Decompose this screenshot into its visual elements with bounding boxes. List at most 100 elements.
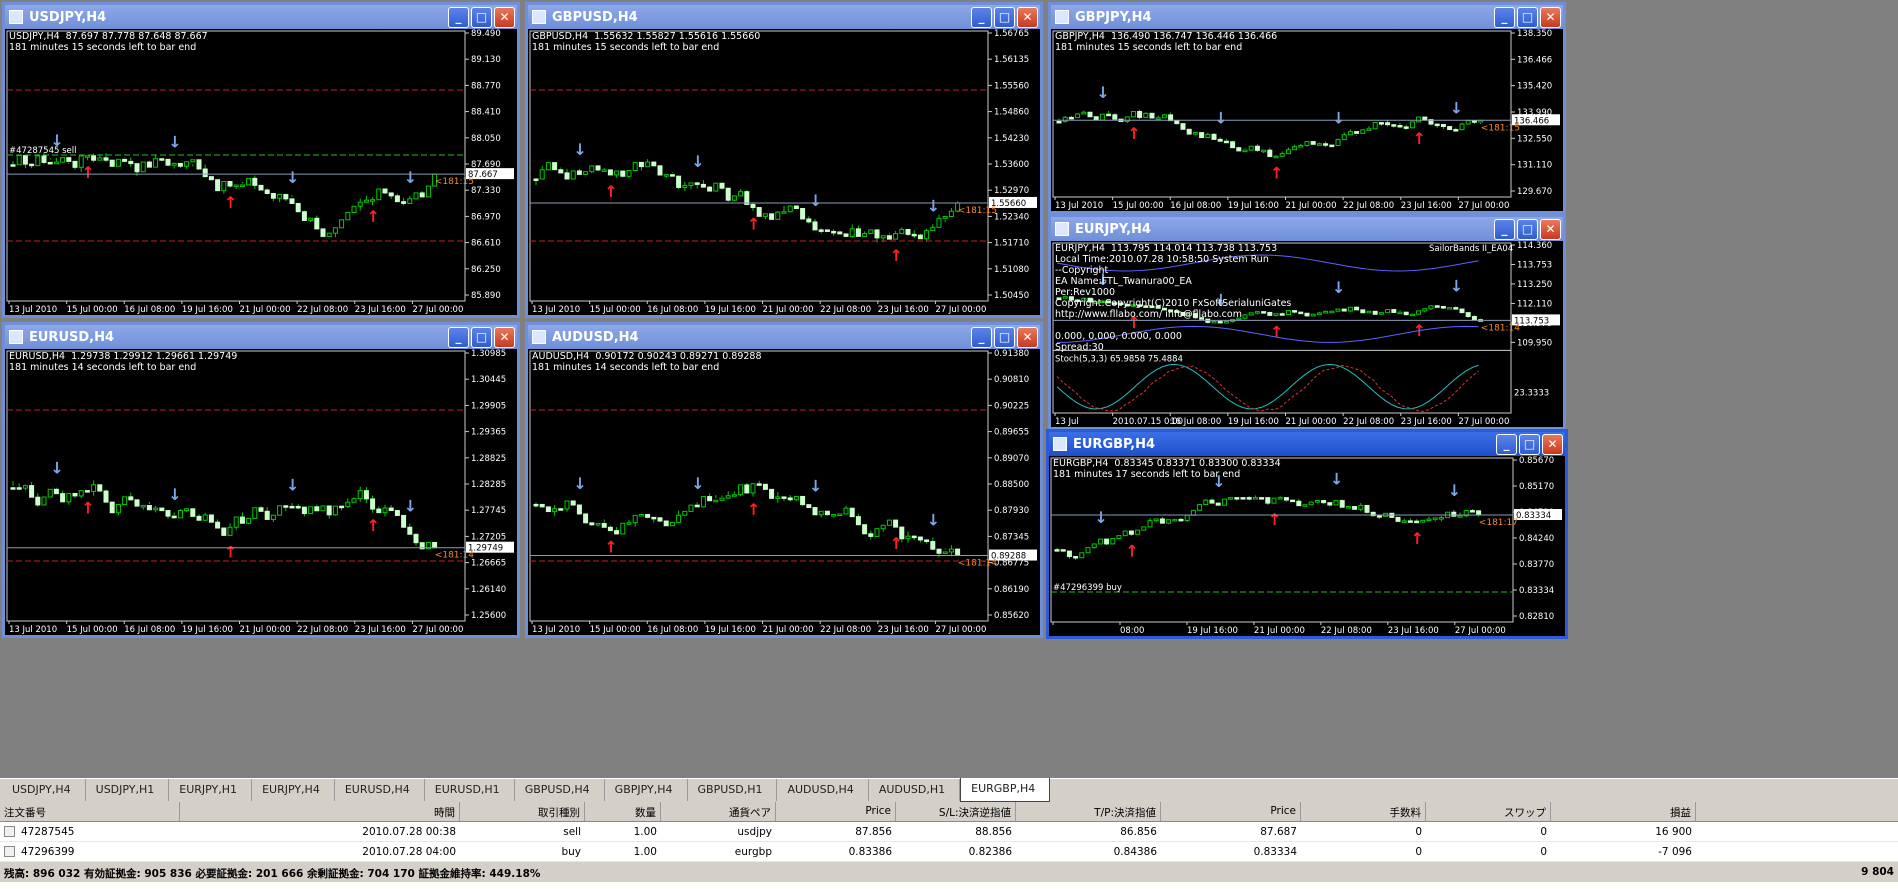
chart-tab[interactable]: EURJPY,H4 [252,779,335,801]
minimize-button[interactable]: _ [1496,433,1517,455]
title-bar[interactable]: GBPJPY,H4 _ □ ✕ [1051,5,1563,29]
candle [84,155,90,158]
maximize-button[interactable]: □ [1517,218,1538,240]
column-header[interactable]: 手数料 [1301,802,1426,821]
close-button[interactable]: ✕ [1017,6,1038,28]
candle [1283,497,1289,501]
chart-tab[interactable]: USDJPY,H1 [86,779,170,801]
chart-tab[interactable]: AUDUSD,H4 [777,779,869,801]
order-cell: 0.83386 [848,846,892,858]
chart-canvas[interactable]: 1.30985 1.30445 1.29905 1.29365 1.28825 1.282… [5,349,517,635]
minimize-button[interactable]: _ [971,6,992,28]
close-button[interactable]: ✕ [1540,218,1561,240]
chart-canvas[interactable]: 138.350 136.466 135.420 133.990 132.550 131.1… [1051,29,1563,211]
candle [589,165,595,173]
maximize-button[interactable]: □ [994,6,1015,28]
candle [645,161,651,168]
chart-window-audusd[interactable]: AUDUSD,H4 _ □ ✕ 0.91380 0.90810 0.90225 0.89655… [525,322,1043,638]
minimize-button[interactable]: _ [448,326,469,348]
chart-tab[interactable]: GBPUSD,H4 [515,779,605,801]
title-bar[interactable]: USDJPY,H4 _ □ ✕ [5,5,517,29]
title-bar[interactable]: GBPUSD,H4 _ □ ✕ [528,5,1040,29]
maximize-button[interactable]: □ [1519,433,1540,455]
column-header[interactable]: Price [776,802,896,821]
chart-tab[interactable]: GBPUSD,H1 [688,779,778,801]
candle [632,514,638,524]
order-line-label: #47296399 buy [1053,583,1122,593]
chart-canvas[interactable]: 0.91380 0.90810 0.90225 0.89655 0.89070 0.885… [528,349,1040,635]
candle [545,162,551,171]
column-header[interactable]: 取引種別 [460,802,585,821]
candle [756,207,762,217]
title-bar[interactable]: EURUSD,H4 _ □ ✕ [5,325,517,349]
chart-window-icon [1055,222,1069,236]
chart-tab[interactable]: EURGBP,H4 [960,778,1051,802]
chart-canvas[interactable]: 1.56765 1.56135 1.55560 1.54860 1.54230 1.536… [528,29,1040,315]
candle [1254,145,1260,151]
close-button[interactable]: ✕ [1542,433,1563,455]
maximize-button[interactable]: □ [471,326,492,348]
column-header[interactable]: T/P:決済指値 [1016,802,1161,821]
chart-window-eurgbp[interactable]: EURGBP,H4 _□✕0.856700.851700.847100.84240… [1046,429,1568,639]
maximize-button[interactable]: □ [1517,6,1538,28]
chart-tab[interactable]: EURUSD,H4 [335,779,425,801]
window-title: EURGBP,H4 [1073,436,1156,452]
chart-tab[interactable]: GBPJPY,H4 [605,779,688,801]
chart-window-icon [532,330,546,344]
column-header[interactable]: S/L:決済逆指値 [896,802,1016,821]
candle [41,155,47,163]
close-button[interactable]: ✕ [1017,326,1038,348]
chart-window-eurusd[interactable]: EURUSD,H4 _ □ ✕ 1.30985 1.30445 1.29905 1.29365… [2,322,520,638]
order-row[interactable]: 47296399 2010.07.28 04:00 buy 1.00 eurgbp 0.8… [0,842,1898,862]
date-tick: 22 Jul 08:00 [820,625,871,635]
candle [190,159,196,163]
date-tick: 22 Jul 08:00 [1321,626,1372,636]
bar-timer: <181:15 [435,177,474,187]
minimize-button[interactable]: _ [1494,6,1515,28]
close-button[interactable]: ✕ [1540,6,1561,28]
chart-window-gbpjpy[interactable]: GBPJPY,H4 _ □ ✕ 138.350 136.466 135.420 133.990… [1048,2,1566,214]
chart-tab[interactable]: EURUSD,H1 [425,779,515,801]
candle [868,533,874,537]
maximize-button[interactable]: □ [471,6,492,28]
candle [781,496,787,499]
chart-tab[interactable]: AUDUSD,H1 [869,779,961,801]
candle [651,516,657,520]
title-bar[interactable]: EURGBP,H4 _ □ ✕ [1049,432,1565,456]
chart-tab[interactable]: EURJPY,H1 [169,779,253,801]
candle [558,508,564,511]
candle [1304,312,1310,317]
chart-window-gbpusd[interactable]: GBPUSD,H4 _ □ ✕ 1.56765 1.56135 1.55560 1.54860… [525,2,1043,318]
sell-arrow-icon: ↓ [404,168,417,187]
maximize-button[interactable]: □ [994,326,1015,348]
candle [103,157,109,161]
candle [1168,114,1174,122]
minimize-button[interactable]: _ [971,326,992,348]
minimize-button[interactable]: _ [448,6,469,28]
order-row[interactable]: 47287545 2010.07.28 00:38 sell 1.00 usdjpy 87… [0,822,1898,842]
chart-tab[interactable]: USDJPY,H4 [2,779,86,801]
column-header[interactable]: 注文番号 [0,802,180,821]
column-header[interactable]: 時間 [180,802,460,821]
chart-window-eurjpy[interactable]: EURJPY,H4 _ □ ✕ 114.360 113.753 113.250 112.110… [1048,214,1566,430]
column-header[interactable]: 数量 [585,802,661,821]
price-tick: 0.85170 [1519,482,1554,492]
title-bar[interactable]: AUDUSD,H4 _ □ ✕ [528,325,1040,349]
price-tick: 129.670 [1517,187,1552,197]
chart-canvas[interactable]: 0.856700.851700.847100.842400.837700.833… [1049,456,1565,636]
chart-window-usdjpy[interactable]: USDJPY,H4 _ □ ✕ 89.490 89.130 88.770 88.410 88.0… [2,2,520,318]
close-button[interactable]: ✕ [494,6,515,28]
bar-timer: <181:14 [958,559,997,569]
chart-canvas[interactable]: 89.490 89.130 88.770 88.410 88.050 87.690 87.3… [5,29,517,315]
candle [849,228,855,237]
minimize-button[interactable]: _ [1494,218,1515,240]
column-header[interactable]: Price [1161,802,1301,821]
buy-arrow-icon: ↑ [747,215,760,234]
column-header[interactable]: スワップ [1426,802,1551,821]
close-button[interactable]: ✕ [494,326,515,348]
stochastic-level: 23.3333 [1514,389,1549,399]
chart-canvas[interactable]: 114.360113.753113.250112.110110.970109.9… [1051,241,1563,427]
title-bar[interactable]: EURJPY,H4 _ □ ✕ [1051,217,1563,241]
column-header[interactable]: 損益 [1551,802,1696,821]
column-header[interactable]: 通貨ペア [661,802,776,821]
